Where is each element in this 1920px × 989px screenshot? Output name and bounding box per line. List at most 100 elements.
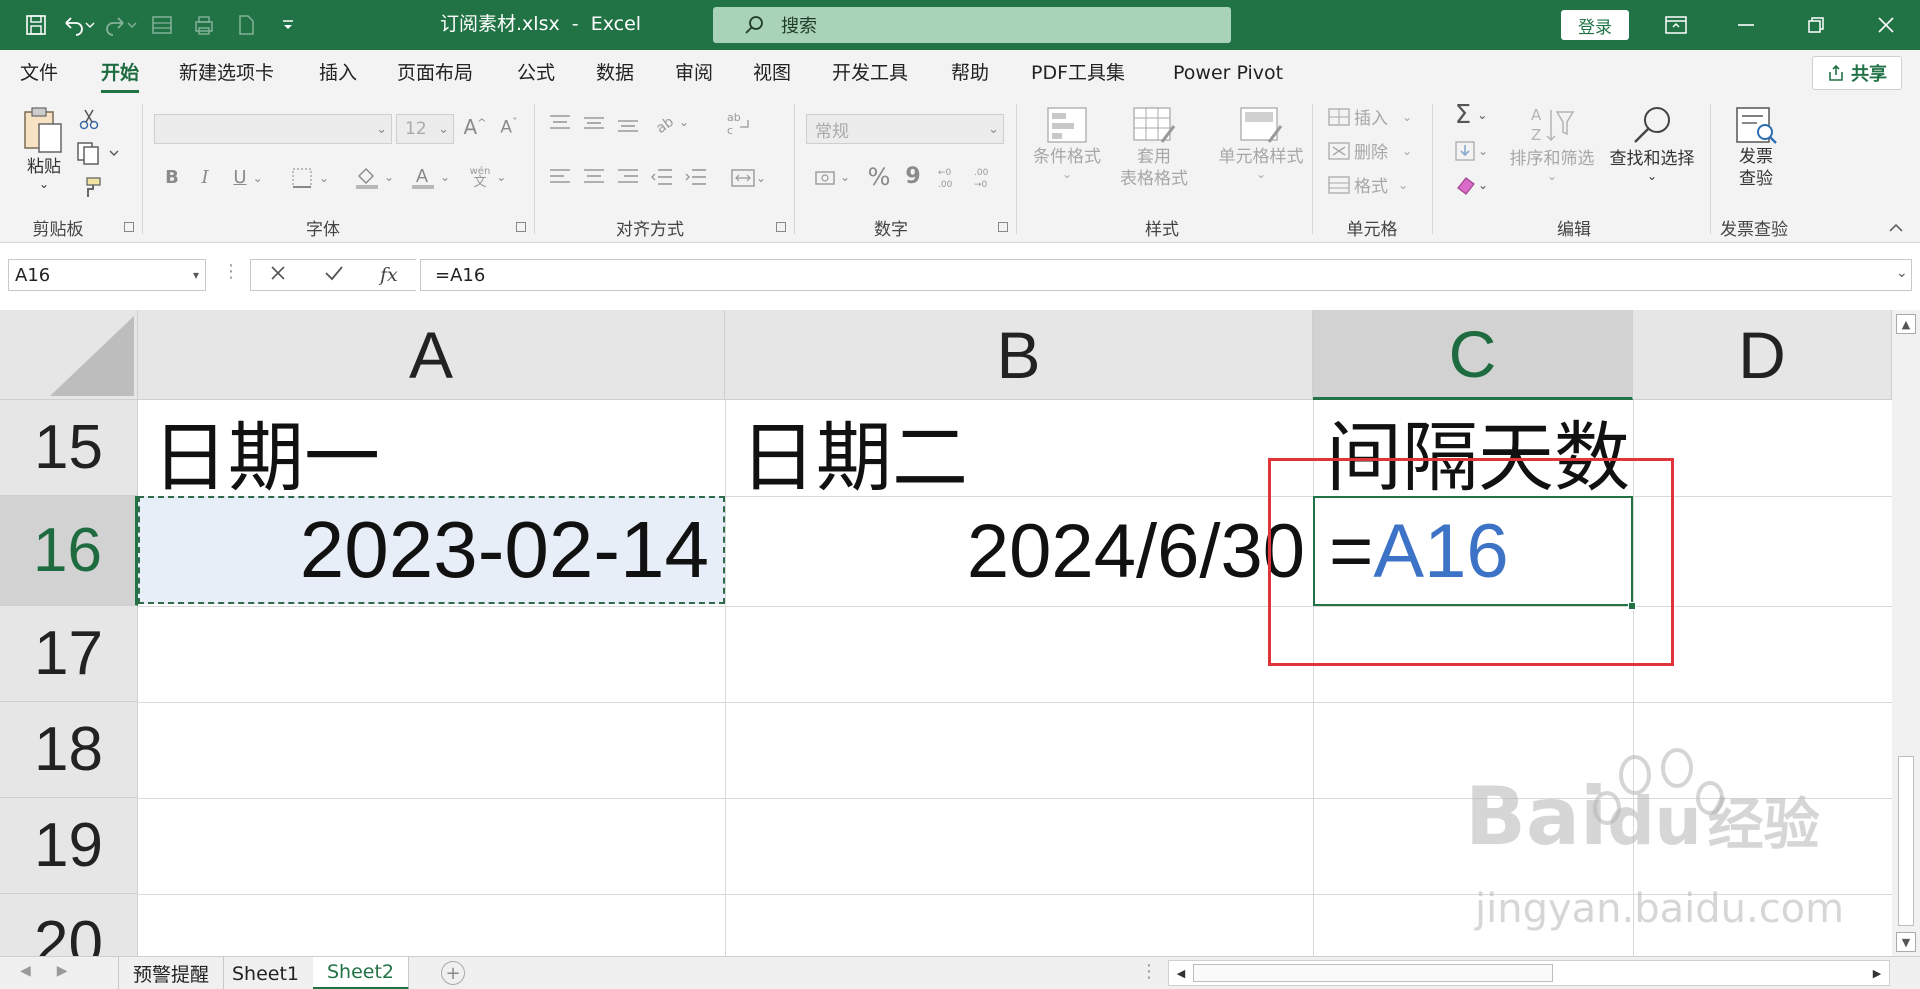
tab-formulas[interactable]: 公式 [517,50,555,96]
font-name-select[interactable]: ⌄ [154,114,392,144]
increase-font-icon[interactable]: A^ [460,112,490,142]
insert-function-icon[interactable]: fx [380,264,398,286]
column-header-a[interactable]: A [138,310,725,400]
cell-styles-button[interactable]: 单元格样式 ⌄ [1204,106,1318,206]
print-icon[interactable] [186,7,222,43]
comma-style-icon[interactable]: 9 [900,162,926,192]
tab-file[interactable]: 文件 [20,50,58,96]
borders-icon[interactable]: ⌄ [286,164,334,192]
tab-pdf-tools[interactable]: PDF工具集 [1031,50,1125,96]
decrease-font-icon[interactable]: Aˇ [494,112,524,142]
customize-qat-icon[interactable] [270,7,306,43]
paste-button[interactable]: 粘贴 ⌄ [16,104,72,204]
column-header-d[interactable]: D [1633,310,1892,400]
decrease-indent-icon[interactable] [648,164,676,190]
row-header-15[interactable]: 15 [0,400,138,496]
format-as-table-button[interactable]: 套用 表格格式 [1106,106,1202,206]
merge-center-icon[interactable]: ⌄ [724,164,772,192]
fill-color-icon[interactable]: ⌄ [350,162,398,192]
ribbon-display-icon[interactable] [1648,0,1704,50]
conditional-formatting-button[interactable]: 条件格式 ⌄ [1024,106,1110,206]
tab-power-pivot[interactable]: Power Pivot [1173,50,1283,96]
row-header-19[interactable]: 19 [0,798,138,894]
invoice-check-button[interactable]: 发票 查验 [1722,106,1790,206]
cell-b15[interactable]: 日期二 [740,406,968,501]
column-header-c[interactable]: C [1313,310,1633,400]
fill-icon[interactable]: ⌄ [1448,136,1494,166]
copy-icon[interactable] [76,140,124,166]
align-top-icon[interactable] [546,110,574,136]
save-icon[interactable] [18,7,54,43]
cell-b16[interactable]: 2024/6/30 [725,496,1305,606]
clear-icon[interactable]: ⌄ [1448,170,1494,200]
align-bottom-icon[interactable] [614,110,642,136]
prev-sheet-icon[interactable]: ◀ [20,963,31,979]
tab-view[interactable]: 视图 [753,50,791,96]
horizontal-scrollbar[interactable]: ◀ ▶ [1168,960,1890,986]
formula-input[interactable]: =A16 [420,259,1912,291]
select-all-corner[interactable] [0,310,138,400]
phonetic-icon[interactable]: wén 文 ⌄ [462,162,514,192]
restore-icon[interactable] [1788,0,1844,50]
tab-help[interactable]: 帮助 [951,50,989,96]
redo-icon[interactable] [102,7,138,43]
scroll-right-icon[interactable]: ▶ [1869,964,1885,982]
add-sheet-icon[interactable]: + [441,961,465,985]
row-header-18[interactable]: 18 [0,702,138,798]
column-header-b[interactable]: B [725,310,1313,400]
close-icon[interactable] [1858,0,1914,50]
tab-data[interactable]: 数据 [596,50,634,96]
search-box[interactable]: 搜索 [713,7,1231,43]
scroll-down-icon[interactable]: ▼ [1896,932,1916,952]
sheet-tab-warning[interactable]: 预警提醒 [118,957,225,989]
find-select-button[interactable]: 查找和选择 ⌄ [1604,104,1700,204]
align-right-icon[interactable] [614,164,642,190]
accounting-format-icon[interactable]: ⌄ [808,162,856,192]
italic-icon[interactable]: I [193,164,217,192]
cell-a16[interactable]: 2023-02-14 [138,496,725,604]
document-icon[interactable] [228,7,264,43]
increase-indent-icon[interactable] [682,164,710,190]
number-format-select[interactable]: 常规 ⌄ [806,114,1004,144]
percent-style-icon[interactable]: % [864,162,894,192]
split-handle-icon[interactable]: ⋮ [1140,961,1158,982]
delete-cells-button[interactable]: 删除 ⌄ [1328,138,1412,163]
tab-insert[interactable]: 插入 [319,50,357,96]
row-header-17[interactable]: 17 [0,606,138,702]
wrap-text-icon[interactable]: ab c [724,108,754,138]
collapse-ribbon-icon[interactable] [1886,220,1906,236]
tab-new-tab[interactable]: 新建选项卡 [179,50,274,96]
name-box[interactable]: A16 ▾ [8,259,206,291]
insert-cells-button[interactable]: 插入 ⌄ [1328,104,1412,129]
scroll-up-icon[interactable]: ▲ [1896,314,1916,334]
tab-developer[interactable]: 开发工具 [832,50,908,96]
cut-icon[interactable] [78,108,100,130]
font-launcher-icon[interactable] [516,222,526,232]
format-cells-button[interactable]: 格式 ⌄ [1328,172,1408,197]
cell-a15[interactable]: 日期一 [152,406,380,501]
font-color-icon[interactable]: A ⌄ [406,162,454,192]
form-icon[interactable] [144,7,180,43]
font-size-select[interactable]: 12 ⌄ [396,114,454,144]
row-header-16[interactable]: 16 [0,496,138,606]
share-button[interactable]: 共享 [1812,56,1902,90]
clipboard-launcher-icon[interactable] [124,222,134,232]
tab-home[interactable]: 开始 [101,50,140,96]
format-painter-icon[interactable] [78,176,102,200]
undo-icon[interactable] [60,7,96,43]
vertical-scroll-thumb[interactable] [1898,756,1914,926]
align-left-icon[interactable] [546,164,574,190]
alignment-launcher-icon[interactable] [776,222,786,232]
login-button[interactable]: 登录 [1561,10,1629,40]
sheet-tab-sheet2[interactable]: Sheet2 [313,957,410,989]
horizontal-scroll-thumb[interactable] [1193,964,1553,982]
scroll-left-icon[interactable]: ◀ [1173,964,1189,982]
cancel-entry-icon[interactable] [269,264,287,286]
underline-icon[interactable]: U ⌄ [226,164,270,192]
align-middle-icon[interactable] [580,110,608,136]
tab-review[interactable]: 审阅 [675,50,713,96]
increase-decimal-icon[interactable]: ←0.00 [936,162,968,192]
align-center-icon[interactable] [580,164,608,190]
sort-filter-button[interactable]: AZ 排序和筛选 ⌄ [1506,104,1598,204]
number-launcher-icon[interactable] [998,222,1008,232]
